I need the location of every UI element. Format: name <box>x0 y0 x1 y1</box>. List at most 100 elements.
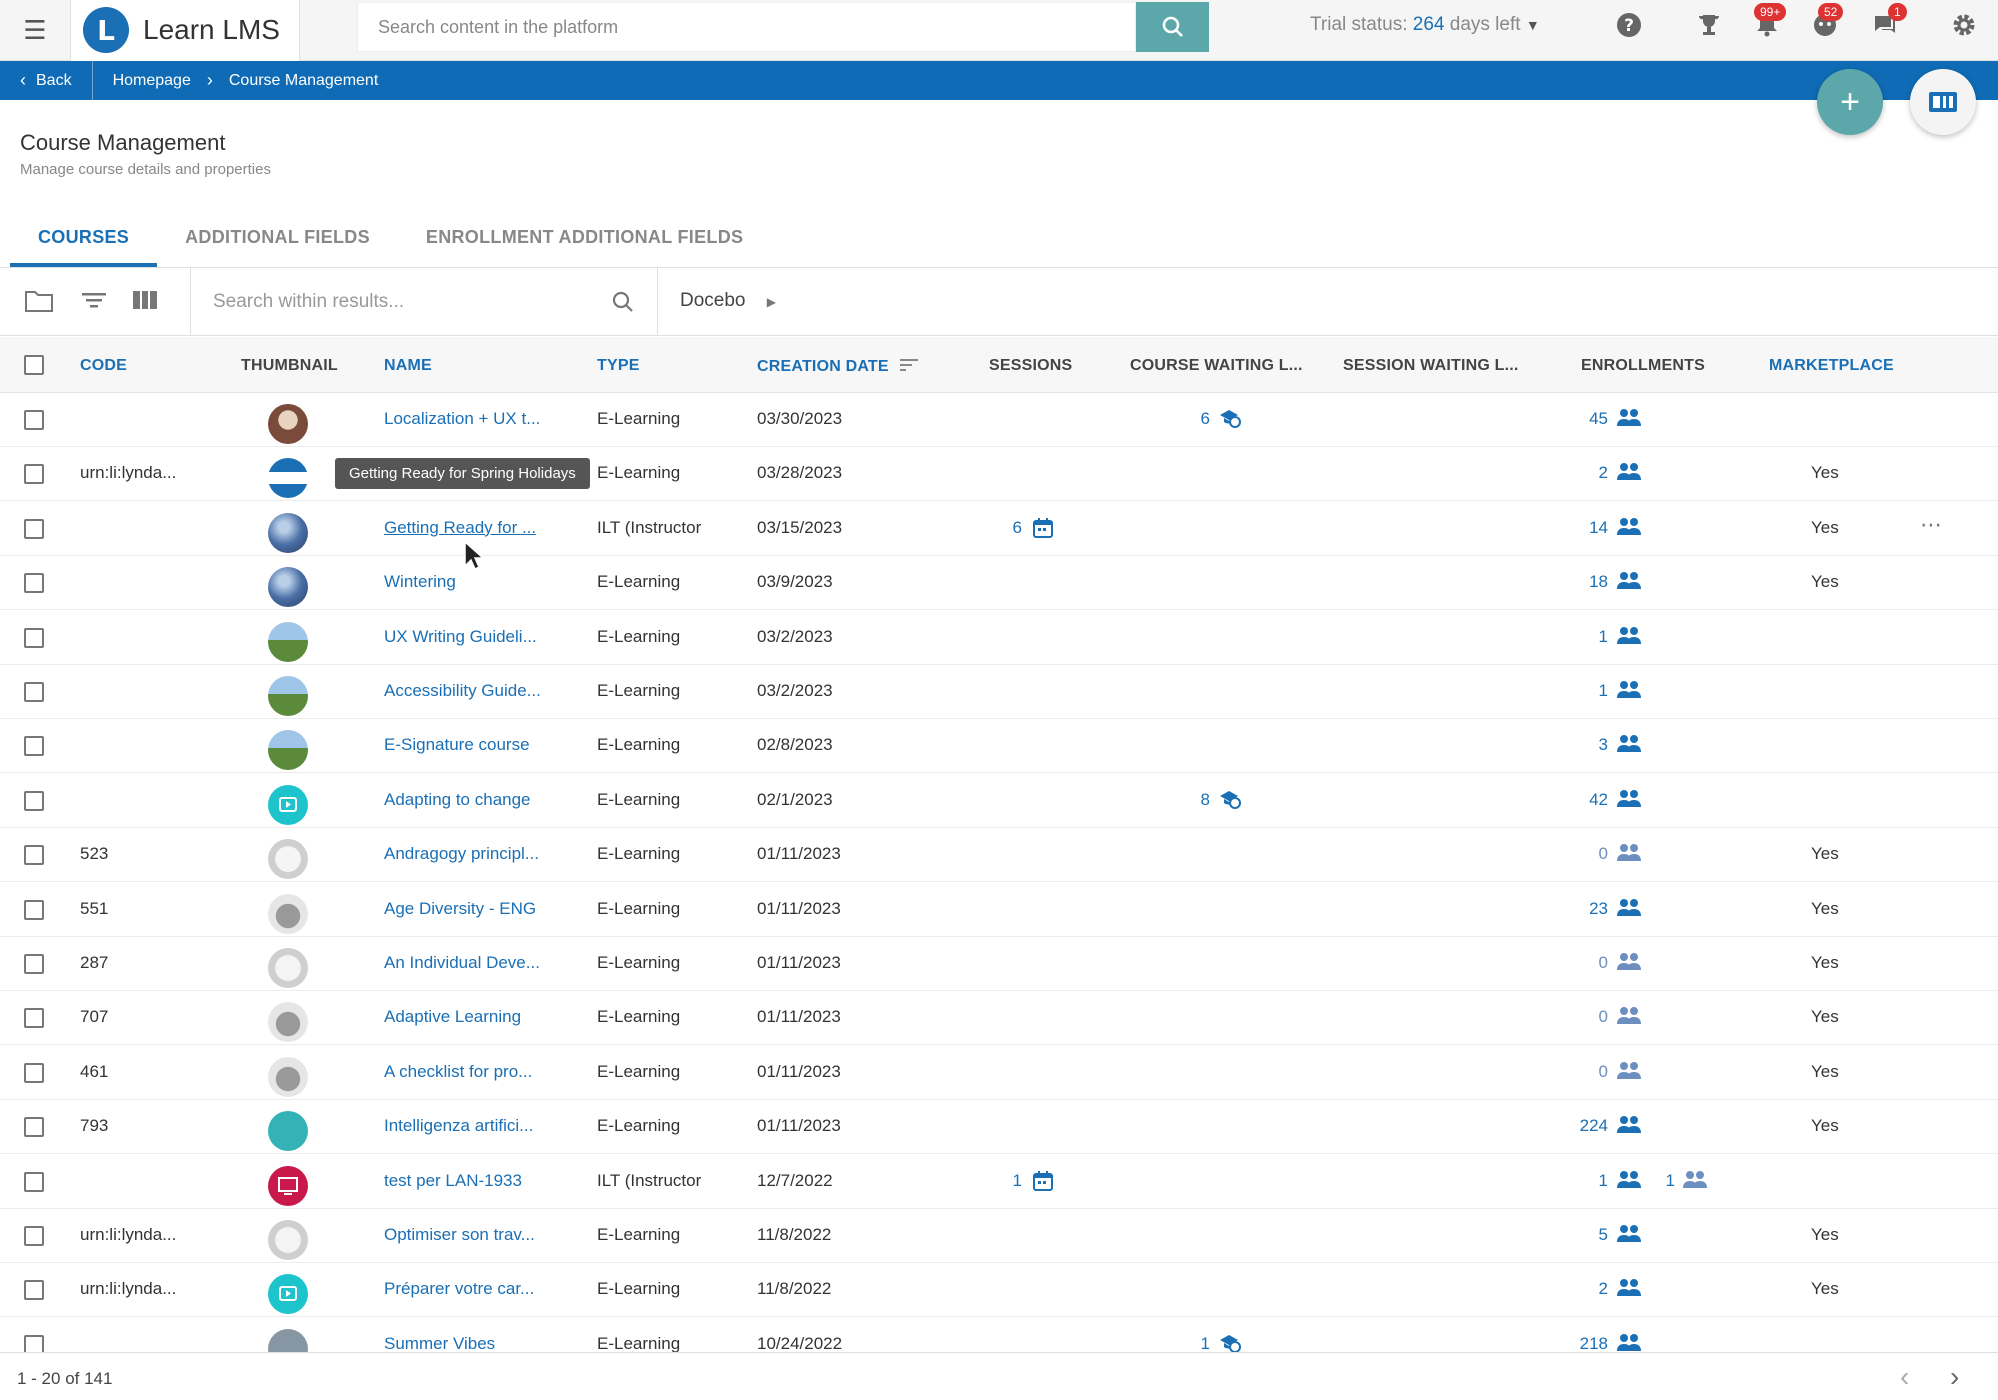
table-row[interactable]: 551 Age Diversity - ENG E-Learning 01/11/20… <box>0 883 1998 937</box>
table-row[interactable]: urn:li:lynda... Préparer votre car... E-Le… <box>0 1263 1998 1318</box>
course-name-link[interactable]: Accessibility Guide... <box>384 681 541 701</box>
calendar-icon[interactable] <box>1032 1170 1054 1197</box>
course-name-link[interactable]: Localization + UX t... <box>384 409 540 429</box>
row-checkbox[interactable] <box>24 845 44 866</box>
course-name-link[interactable]: Getting Ready for ... <box>384 518 536 538</box>
more-options-icon[interactable]: ⋯ <box>1920 512 1942 538</box>
row-checkbox[interactable] <box>24 573 44 594</box>
row-enrollments[interactable]: 0 <box>1560 1007 1608 1027</box>
people-icon[interactable] <box>1616 1332 1642 1354</box>
people-icon[interactable] <box>1616 897 1642 919</box>
row-checkbox[interactable] <box>24 410 44 430</box>
next-page-icon[interactable]: › <box>1950 1361 1959 1393</box>
course-name-link[interactable]: Adapting to change <box>384 790 531 810</box>
waiting-list-icon[interactable] <box>1218 788 1242 815</box>
course-name-link[interactable]: test per LAN-1933 <box>384 1171 522 1191</box>
row-checkbox[interactable] <box>24 464 44 485</box>
row-course-waiting[interactable]: 6 <box>1180 409 1210 429</box>
people-icon[interactable] <box>1616 461 1642 483</box>
user-waiting-icon[interactable] <box>1682 1169 1708 1191</box>
filter-icon[interactable] <box>80 288 108 319</box>
row-checkbox[interactable] <box>24 790 44 811</box>
row-checkbox[interactable] <box>24 1226 44 1246</box>
course-name-link[interactable]: A checklist for pro... <box>384 1062 532 1082</box>
column-marketplace[interactable]: MARKETPLACE <box>1769 357 1894 375</box>
people-icon[interactable] <box>1616 1114 1642 1136</box>
results-search-input[interactable]: Search within results... <box>190 268 658 336</box>
tab-courses[interactable]: COURSES <box>10 215 158 267</box>
people-icon[interactable] <box>1616 1277 1642 1299</box>
row-checkbox[interactable] <box>24 627 44 648</box>
row-enrollments[interactable]: 0 <box>1560 844 1608 864</box>
row-checkbox[interactable] <box>24 899 44 920</box>
row-checkbox[interactable] <box>24 1117 44 1138</box>
table-row[interactable]: E-Signature course E-Learning 02/8/2023 3 <box>0 719 1998 774</box>
people-icon[interactable] <box>1616 516 1642 538</box>
row-checkbox[interactable] <box>24 1171 44 1192</box>
table-row[interactable]: UX Writing Guideli... E-Learning 03/2/2023… <box>0 611 1998 665</box>
row-enrollments[interactable]: 42 <box>1560 790 1608 810</box>
waiting-list-icon[interactable] <box>1218 407 1242 434</box>
row-enrollments[interactable]: 45 <box>1560 409 1608 429</box>
row-checkbox[interactable] <box>24 1280 44 1301</box>
people-icon[interactable] <box>1616 625 1642 647</box>
row-enrollments[interactable]: 224 <box>1560 1116 1608 1136</box>
columns-icon[interactable] <box>132 288 158 319</box>
course-name-link[interactable]: Wintering <box>384 572 456 592</box>
course-name-link[interactable]: UX Writing Guideli... <box>384 627 537 647</box>
row-session-waiting[interactable]: 1 <box>1655 1171 1675 1191</box>
row-enrollments[interactable]: 218 <box>1560 1334 1608 1354</box>
table-row[interactable]: 523 Andragogy principl... E-Learning 01/11/… <box>0 828 1998 883</box>
people-icon[interactable] <box>1616 1223 1642 1245</box>
global-search-input[interactable]: Search content in the platform <box>357 2 1136 52</box>
column-type[interactable]: TYPE <box>597 357 640 375</box>
people-icon[interactable] <box>1616 1060 1642 1082</box>
people-icon[interactable] <box>1616 788 1642 810</box>
trophy-icon[interactable] <box>1696 12 1722 44</box>
row-enrollments[interactable]: 14 <box>1560 518 1608 538</box>
course-name-link[interactable]: Préparer votre car... <box>384 1279 534 1299</box>
folder-icon[interactable] <box>24 288 54 321</box>
menu-icon[interactable]: ☰ <box>0 0 70 61</box>
branch-selector[interactable]: Docebo ▶ <box>680 290 776 312</box>
add-button[interactable]: + <box>1817 69 1883 135</box>
course-name-link[interactable]: Intelligenza artifici... <box>384 1116 533 1136</box>
row-enrollments[interactable]: 1 <box>1560 627 1608 647</box>
row-enrollments[interactable]: 2 <box>1560 463 1608 483</box>
column-creation-date[interactable]: CREATION DATE <box>757 357 919 376</box>
table-row[interactable]: test per LAN-1933 ILT (Instructor 12/7/202… <box>0 1155 1998 1209</box>
row-checkbox[interactable] <box>24 682 44 702</box>
row-checkbox[interactable] <box>24 1008 44 1029</box>
table-row[interactable]: urn:li:lynda... Optimiser son trav... E-Le… <box>0 1209 1998 1263</box>
people-icon[interactable] <box>1616 1005 1642 1027</box>
column-name[interactable]: NAME <box>384 357 432 375</box>
table-row[interactable]: 287 An Individual Deve... E-Learning 01/11/… <box>0 937 1998 991</box>
people-icon[interactable] <box>1616 570 1642 592</box>
table-row[interactable]: 793 Intelligenza artifici... E-Learning 01/… <box>0 1100 1998 1155</box>
row-checkbox[interactable] <box>24 954 44 974</box>
course-name-link[interactable]: Age Diversity - ENG <box>384 899 536 919</box>
row-checkbox[interactable] <box>24 1062 44 1083</box>
people-icon[interactable] <box>1616 951 1642 973</box>
course-name-link[interactable]: Adaptive Learning <box>384 1007 521 1027</box>
row-sessions[interactable]: 6 <box>1000 518 1022 538</box>
row-course-waiting[interactable]: 1 <box>1180 1334 1210 1354</box>
table-row[interactable]: Accessibility Guide... E-Learning 03/2/202… <box>0 665 1998 719</box>
people-icon[interactable] <box>1616 842 1642 864</box>
course-name-link[interactable]: Andragogy principl... <box>384 844 539 864</box>
people-icon[interactable] <box>1616 407 1642 429</box>
row-enrollments[interactable]: 5 <box>1560 1225 1608 1245</box>
column-code[interactable]: CODE <box>80 357 127 375</box>
row-enrollments[interactable]: 3 <box>1560 735 1608 755</box>
settings-gear-icon[interactable] <box>1951 12 1977 44</box>
row-enrollments[interactable]: 0 <box>1560 1062 1608 1082</box>
row-course-waiting[interactable]: 8 <box>1180 790 1210 810</box>
back-button[interactable]: ‹ Back <box>0 61 93 100</box>
tab-enrollment-additional-fields[interactable]: ENROLLMENT ADDITIONAL FIELDS <box>398 215 771 267</box>
row-enrollments[interactable]: 1 <box>1560 1171 1608 1191</box>
breadcrumb-homepage[interactable]: Homepage <box>93 72 191 90</box>
row-sessions[interactable]: 1 <box>1000 1171 1022 1191</box>
row-enrollments[interactable]: 18 <box>1560 572 1608 592</box>
row-enrollments[interactable]: 2 <box>1560 1279 1608 1299</box>
help-icon[interactable]: ? <box>1616 12 1642 44</box>
